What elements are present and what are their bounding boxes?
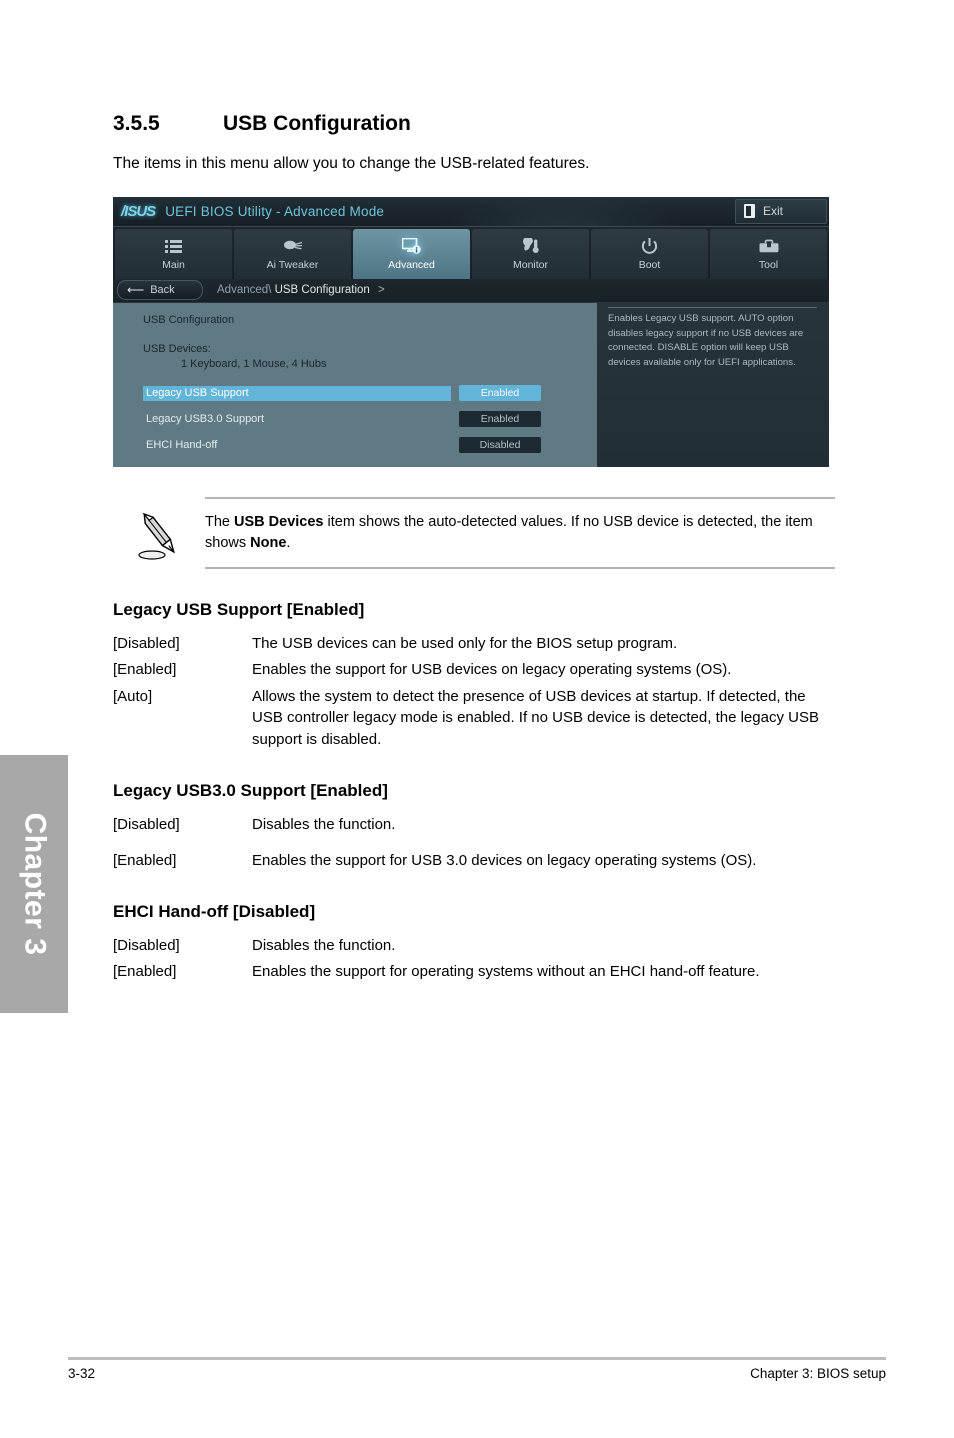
section-intro: The items in this menu allow you to chan… — [113, 155, 590, 172]
chapter-side-tab-label: Chapter 3 — [18, 812, 51, 956]
setting-value-dropdown[interactable]: Enabled — [459, 411, 541, 428]
tab-monitor[interactable]: Monitor — [472, 228, 589, 279]
setting-label: Legacy USB Support — [143, 385, 451, 401]
exit-button-label: Exit — [763, 204, 784, 219]
setting-value-dropdown[interactable]: Enabled — [459, 385, 541, 402]
bios-settings-panel: USB Configuration USB Devices: 1 Keyboar… — [113, 302, 597, 467]
section-title-text: USB Configuration — [223, 112, 411, 135]
definition-key: [Disabled] — [113, 816, 180, 834]
breadcrumb-parent[interactable]: Advanced\ — [217, 284, 271, 296]
definition-row: [Enabled] Enables the support for USB de… — [113, 659, 835, 680]
tab-boot-label: Boot — [638, 258, 661, 271]
definition-row: [Auto] Allows the system to detect the p… — [113, 686, 835, 750]
definition-value: Enables the support for operating system… — [252, 963, 760, 981]
fan-temp-icon — [521, 237, 541, 256]
bios-utility-title: UEFI BIOS Utility - Advanced Mode — [165, 203, 385, 219]
footer-divider — [68, 1357, 886, 1360]
definition-key: [Auto] — [113, 687, 153, 705]
breadcrumb-arrow-icon: > — [378, 284, 385, 297]
setting-label: Legacy USB3.0 Support — [146, 413, 265, 426]
tab-tool[interactable]: Tool — [710, 228, 827, 279]
note-text: The USB Devices item shows the auto-dete… — [205, 513, 813, 551]
definition-row: [Disabled] The USB devices can be used o… — [113, 633, 835, 654]
exit-door-icon — [744, 204, 755, 219]
definition-row: [Disabled] Disables the function. — [113, 814, 835, 835]
exit-button[interactable]: Exit — [735, 198, 827, 224]
definition-key: [Enabled] — [113, 963, 177, 981]
note-box: The USB Devices item shows the auto-dete… — [113, 496, 835, 569]
asus-logo: /ISUS — [121, 202, 156, 220]
help-panel-text: Enables Legacy USB support. AUTO option … — [608, 312, 804, 368]
footer-page-number: 3-32 — [68, 1366, 96, 1381]
note-body: The USB Devices item shows the auto-dete… — [205, 496, 835, 569]
back-button-label: Back — [150, 284, 175, 297]
monitor-info-icon — [402, 237, 421, 256]
tab-ai-tweaker-label: Ai Tweaker — [266, 258, 319, 271]
list-icon — [165, 237, 182, 256]
setting-label: EHCI Hand-off — [146, 439, 218, 452]
definition-key: [Enabled] — [113, 661, 177, 679]
power-icon — [641, 237, 658, 256]
back-button[interactable]: ⟵ Back — [117, 280, 203, 301]
setting-value-dropdown[interactable]: Disabled — [459, 437, 541, 454]
page-footer: 3-32 Chapter 3: BIOS setup — [68, 1366, 886, 1381]
definition-row: [Enabled] Enables the support for operat… — [113, 961, 835, 982]
tweaker-icon — [283, 237, 303, 256]
tab-ai-tweaker[interactable]: Ai Tweaker — [234, 228, 351, 279]
heading-legacy-usb30-support: Legacy USB3.0 Support [Enabled] — [113, 781, 388, 801]
tab-boot[interactable]: Boot — [591, 228, 708, 279]
section-number: 3.5.5 — [113, 112, 160, 135]
help-panel: Enables Legacy USB support. AUTO option … — [597, 302, 829, 467]
definition-value: The USB devices can be used only for the… — [252, 634, 678, 652]
page-content: 3.5.5 USB Configuration The items in thi… — [113, 112, 835, 988]
usb-devices-label: USB Devices: — [143, 342, 211, 355]
breadcrumb-current: USB Configuration — [274, 284, 370, 297]
heading-legacy-usb-support: Legacy USB Support [Enabled] — [113, 599, 365, 619]
back-arrow-icon: ⟵ — [127, 283, 145, 298]
definition-key: [Disabled] — [113, 634, 180, 652]
definition-value: Enables the support for USB devices on l… — [252, 661, 732, 679]
definition-value: Enables the support for USB 3.0 devices … — [252, 851, 757, 869]
bios-body: USB Configuration USB Devices: 1 Keyboar… — [113, 302, 829, 467]
usb-devices-value: 1 Keyboard, 1 Mouse, 4 Hubs — [181, 357, 327, 370]
chapter-side-tab: Chapter 3 — [0, 755, 68, 1013]
toolbox-icon — [759, 237, 779, 256]
panel-heading: USB Configuration — [143, 313, 235, 326]
setting-row-legacy-usb-support[interactable]: Legacy USB Support Enabled — [143, 385, 585, 402]
tab-main-label: Main — [162, 258, 185, 271]
setting-row-ehci-hand-off[interactable]: EHCI Hand-off Disabled — [143, 437, 585, 454]
bios-titlebar: /ISUS UEFI BIOS Utility - Advanced Mode … — [113, 196, 829, 227]
definition-value: Allows the system to detect the presence… — [252, 687, 819, 748]
definition-row: [Enabled] Enables the support for USB 3.… — [113, 850, 835, 871]
setting-row-legacy-usb30-support[interactable]: Legacy USB3.0 Support Enabled — [143, 411, 585, 428]
definition-key: [Disabled] — [113, 937, 180, 955]
footer-chapter-label: Chapter 3: BIOS setup — [750, 1366, 886, 1381]
tab-main[interactable]: Main — [115, 228, 232, 279]
bios-tab-bar: Main Ai Tweaker Advanced Monitor Boot To… — [113, 226, 829, 279]
heading-ehci-hand-off: EHCI Hand-off [Disabled] — [113, 902, 316, 922]
settings-rows: Legacy USB Support Enabled Legacy USB3.0… — [143, 385, 585, 454]
bios-screenshot: /ISUS UEFI BIOS Utility - Advanced Mode … — [113, 196, 829, 467]
definition-value: Disables the function. — [252, 937, 396, 955]
note-pencil-icon — [113, 497, 205, 561]
tab-advanced[interactable]: Advanced — [353, 228, 470, 279]
definition-row: [Disabled] Disables the function. — [113, 935, 835, 956]
definition-key: [Enabled] — [113, 851, 177, 869]
tab-advanced-label: Advanced — [388, 258, 435, 271]
breadcrumb-path: Advanced\ USB Configuration > — [217, 284, 385, 296]
tab-monitor-label: Monitor — [512, 258, 548, 271]
tab-tool-label: Tool — [758, 258, 779, 271]
page-title: 3.5.5 USB Configuration — [113, 112, 835, 136]
definition-value: Disables the function. — [252, 816, 396, 834]
breadcrumb: ⟵ Back Advanced\ USB Configuration > — [113, 278, 829, 303]
